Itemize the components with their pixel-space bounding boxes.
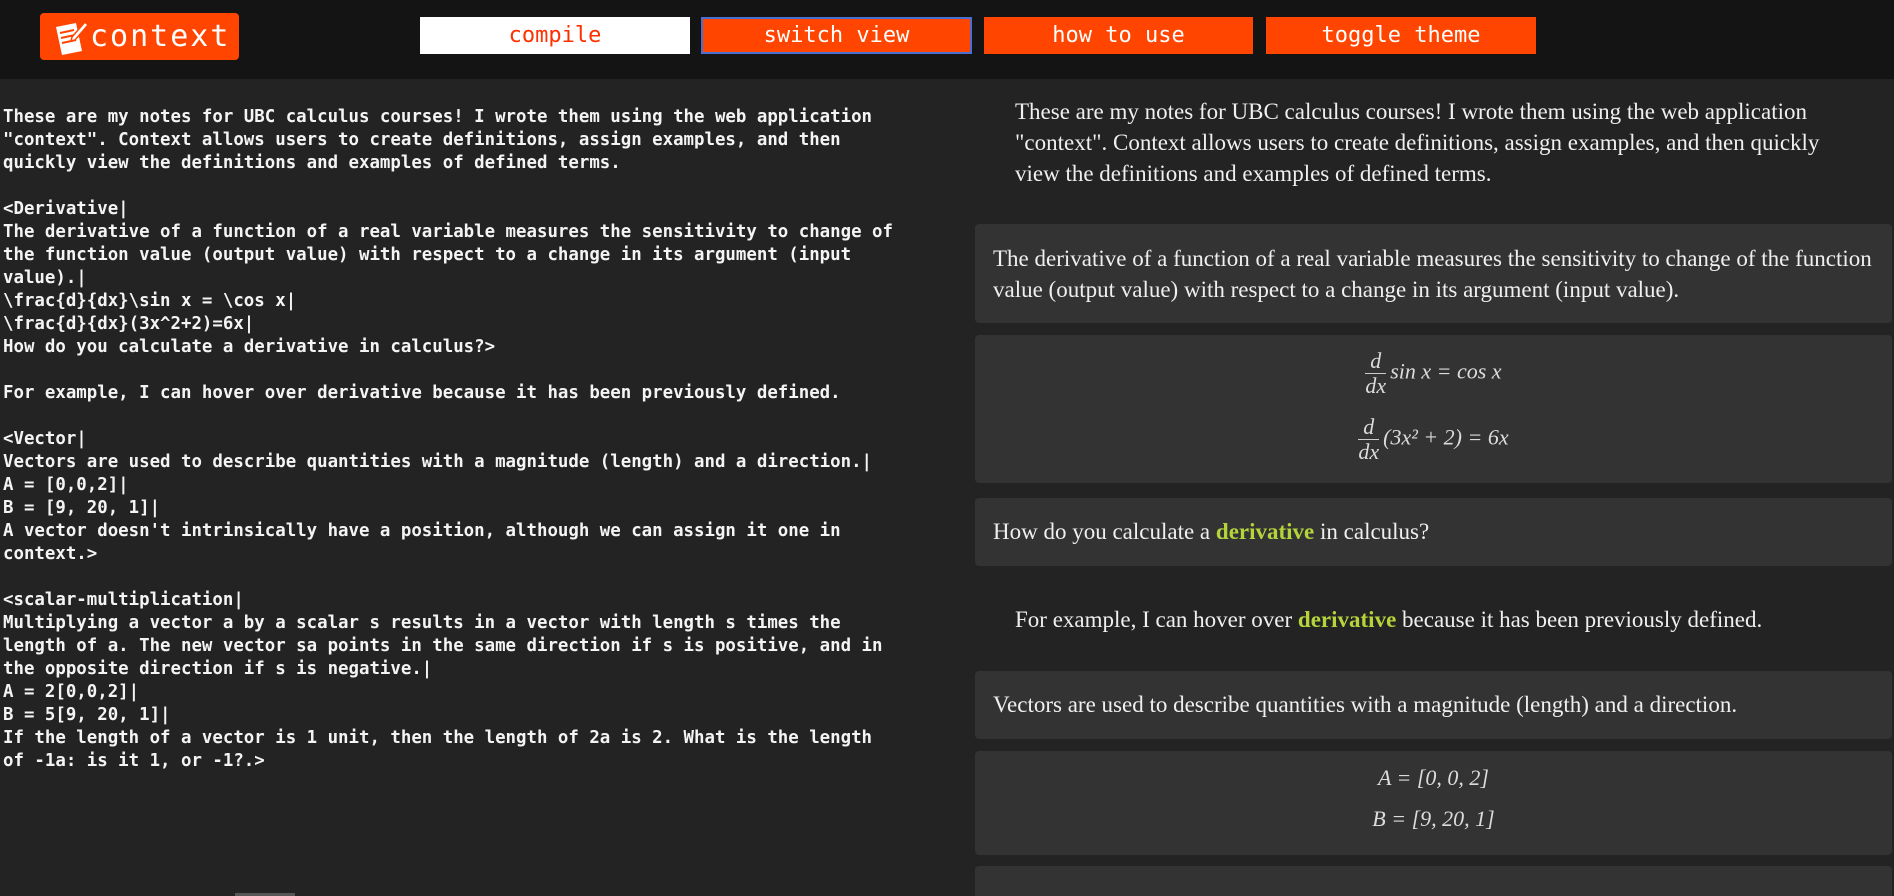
derivative-example-2: d dx (3x² + 2) = 6x — [975, 415, 1892, 464]
fraction: d dx — [1365, 349, 1387, 398]
example-1-rhs: sin x = cos x — [1390, 358, 1502, 384]
derivative-term-link[interactable]: derivative — [1216, 519, 1314, 544]
vector-examples-card: A = [0, 0, 2] B = [9, 20, 1] — [975, 751, 1892, 855]
fraction-denominator: dx — [1358, 439, 1380, 464]
intro-paragraph: These are my notes for UBC calculus cour… — [1015, 99, 1820, 186]
next-card — [975, 866, 1892, 896]
derivative-question-text: How do you calculate a derivative in cal… — [975, 498, 1892, 547]
fraction: d dx — [1358, 415, 1380, 464]
logo-text: context — [90, 18, 231, 54]
compile-button[interactable]: compile — [420, 17, 690, 54]
rendered-preview: These are my notes for UBC calculus cour… — [960, 79, 1894, 896]
question-text-before: How do you calculate a — [993, 519, 1216, 544]
switch-view-button[interactable]: switch view — [701, 17, 972, 54]
vector-example-a: A = [0, 0, 2] — [1377, 765, 1489, 790]
vector-example-b: B = [9, 20, 1] — [1372, 806, 1495, 831]
fraction-numerator: d — [1358, 415, 1380, 440]
vector-definition-text: Vectors are used to describe quantities … — [993, 692, 1738, 717]
example-text-after: because it has been previously defined. — [1396, 607, 1763, 632]
question-text-after: in calculus? — [1314, 519, 1430, 544]
example-2-rhs: (3x² + 2) = 6x — [1383, 424, 1509, 450]
derivative-example-1: d dx sin x = cos x — [975, 349, 1892, 398]
example-paragraph: For example, I can hover over derivative… — [1015, 604, 1865, 635]
derivative-definition-card: The derivative of a function of a real v… — [975, 224, 1892, 323]
example-text-before: For example, I can hover over — [1015, 607, 1298, 632]
derivative-definition-text: The derivative of a function of a real v… — [993, 246, 1872, 302]
editor-source-text[interactable]: These are my notes for UBC calculus cour… — [3, 106, 960, 773]
fraction-numerator: d — [1365, 349, 1387, 374]
top-bar: context compile switch view how to use t… — [0, 0, 1894, 79]
pencil-paper-icon — [56, 20, 88, 55]
derivative-term-link[interactable]: derivative — [1298, 607, 1396, 632]
fraction-denominator: dx — [1365, 373, 1387, 398]
vector-definition-card: Vectors are used to describe quantities … — [975, 671, 1892, 739]
derivative-question-card: How do you calculate a derivative in cal… — [975, 498, 1892, 566]
how-to-use-button[interactable]: how to use — [984, 17, 1253, 54]
derivative-examples-card: d dx sin x = cos x d dx (3x² + 2) = 6x — [975, 335, 1892, 483]
app-logo[interactable]: context — [40, 13, 239, 60]
toggle-theme-button[interactable]: toggle theme — [1266, 17, 1536, 54]
source-editor[interactable]: These are my notes for UBC calculus cour… — [0, 79, 960, 896]
